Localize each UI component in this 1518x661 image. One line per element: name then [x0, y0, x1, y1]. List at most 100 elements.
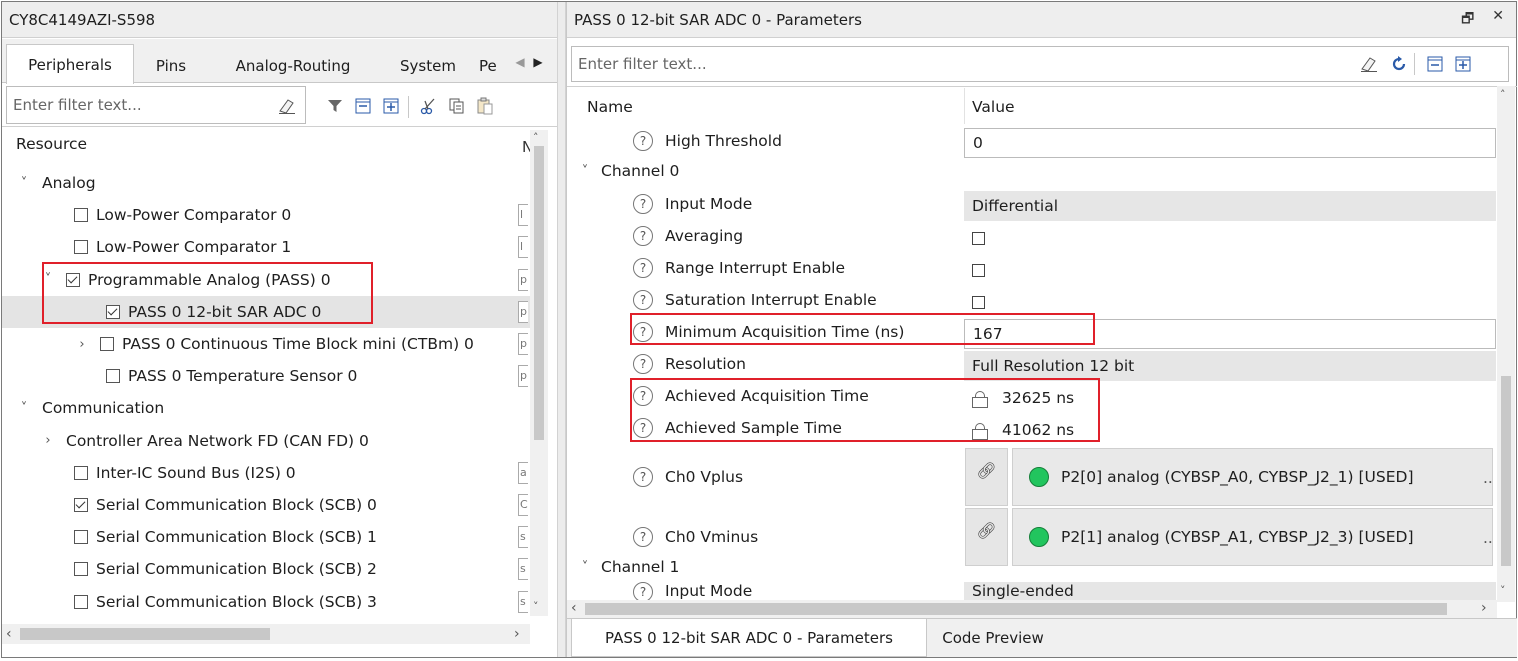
- param-name: Input Mode: [665, 195, 753, 213]
- tree-row-label: Communication: [42, 399, 165, 418]
- checkbox[interactable]: [106, 369, 120, 384]
- params-scroll-thumb[interactable]: [1501, 376, 1511, 566]
- scroll-down-icon[interactable]: ˅: [533, 600, 539, 613]
- highlight-achieved-times: [630, 378, 1100, 442]
- tree-row[interactable]: › PASS 0 Continuous Time Block mini (CTBm…: [74, 328, 474, 360]
- checkbox[interactable]: [972, 231, 985, 245]
- params-vertical-scrollbar[interactable]: ˄ ˅: [1497, 86, 1515, 602]
- tree-scroll-thumb[interactable]: [534, 146, 544, 440]
- help-icon[interactable]: ?: [633, 354, 653, 374]
- value-cell-clipped[interactable]: s: [518, 558, 528, 581]
- help-icon[interactable]: ?: [633, 258, 653, 278]
- checkbox[interactable]: [74, 562, 88, 577]
- scroll-up-icon[interactable]: ˄: [533, 131, 539, 144]
- help-icon[interactable]: ?: [633, 582, 653, 600]
- scroll-up-icon[interactable]: ˄: [1500, 88, 1506, 101]
- tree-row[interactable]: Inter-IC Sound Bus (I2S) 0: [74, 457, 296, 489]
- checkbox[interactable]: [972, 263, 985, 277]
- param-name: Saturation Interrupt Enable: [665, 291, 877, 309]
- panel-splitter[interactable]: [557, 2, 566, 657]
- more-button[interactable]: ..: [1483, 529, 1493, 547]
- value-cell-clipped[interactable]: p: [518, 365, 528, 388]
- tree-row[interactable]: › Controller Area Network FD (CAN FD) 0: [40, 425, 368, 457]
- params-horizontal-scrollbar[interactable]: ‹ ›: [567, 600, 1497, 618]
- value-cell-clipped[interactable]: l: [518, 236, 528, 259]
- status-ok-icon: [1029, 467, 1049, 487]
- group-channel-0[interactable]: ˅ Channel 0: [577, 162, 680, 180]
- tree-hscroll-thumb[interactable]: [20, 628, 270, 640]
- param-value[interactable]: Differential: [964, 191, 1496, 221]
- tree-row[interactable]: PASS 0 Temperature Sensor 0: [106, 360, 357, 392]
- checkbox[interactable]: [74, 594, 88, 609]
- tree-row[interactable]: Serial Communication Block (SCB) 2: [74, 553, 377, 585]
- param-name-cell: ? Averaging: [633, 226, 743, 246]
- param-name: Ch0 Vplus: [665, 468, 744, 486]
- chevron-down-icon[interactable]: ˅: [16, 401, 32, 416]
- link-icon[interactable]: 🔗︎: [965, 508, 1008, 566]
- tab-scroll-right-icon[interactable]: ▶: [530, 51, 546, 73]
- ch1-input-mode-value[interactable]: Single-ended: [964, 582, 1496, 600]
- hscroll-right-icon[interactable]: ›: [514, 626, 520, 642]
- value-cell-clipped[interactable]: C: [518, 494, 528, 516]
- hscroll-left-icon[interactable]: ‹: [6, 626, 12, 642]
- help-icon[interactable]: ?: [633, 467, 653, 487]
- checkbox[interactable]: [74, 530, 88, 545]
- hscroll-left-icon[interactable]: ‹: [571, 600, 577, 616]
- param-value[interactable]: [964, 223, 1496, 253]
- checkbox[interactable]: [74, 498, 88, 512]
- chevron-down-icon[interactable]: ˅: [577, 560, 593, 575]
- checkbox[interactable]: [74, 465, 88, 480]
- value-cell-clipped[interactable]: s: [518, 526, 528, 549]
- group-label: Channel 1: [601, 558, 680, 576]
- param-name-cell: ? High Threshold: [633, 131, 782, 151]
- tree-row[interactable]: ˅ Communication: [16, 392, 164, 424]
- hscroll-right-icon[interactable]: ›: [1481, 600, 1487, 616]
- group-channel-1[interactable]: ˅ Channel 1: [577, 558, 680, 576]
- value-cell-clipped[interactable]: p: [518, 300, 528, 323]
- tree-horizontal-scrollbar[interactable]: ‹ ›: [2, 624, 530, 644]
- tab-parameters[interactable]: PASS 0 12-bit SAR ADC 0 - Parameters: [571, 619, 927, 657]
- tree-row[interactable]: Serial Communication Block (SCB) 0: [74, 489, 377, 521]
- checkbox[interactable]: [972, 295, 985, 309]
- params-hscroll-thumb[interactable]: [585, 603, 1447, 615]
- help-icon[interactable]: ?: [633, 290, 653, 310]
- chevron-right-icon[interactable]: ›: [74, 337, 90, 352]
- tree-row[interactable]: ˅ Analog: [16, 167, 96, 199]
- tree-row-label: Inter-IC Sound Bus (I2S) 0: [96, 463, 296, 482]
- help-icon[interactable]: ?: [633, 226, 653, 246]
- param-name: Resolution: [665, 355, 746, 373]
- tree-row[interactable]: Serial Communication Block (SCB) 3: [74, 586, 377, 618]
- help-icon[interactable]: ?: [633, 527, 653, 547]
- help-icon[interactable]: ?: [633, 131, 653, 151]
- chevron-down-icon[interactable]: ˅: [577, 164, 593, 179]
- tree-row-label: Analog: [42, 174, 96, 192]
- highlight-min-acquisition: [630, 313, 1095, 345]
- checkbox[interactable]: [74, 208, 88, 223]
- value-cell-clipped[interactable]: p: [518, 333, 528, 355]
- value-cell-clipped[interactable]: p: [518, 268, 528, 291]
- tree-row[interactable]: Serial Communication Block (SCB) 1: [74, 521, 377, 553]
- chevron-right-icon[interactable]: ›: [40, 433, 56, 448]
- tree-row-label: Low-Power Comparator 0: [96, 206, 292, 225]
- help-icon[interactable]: ?: [633, 194, 653, 214]
- param-name: High Threshold: [665, 132, 782, 150]
- tree-row-label: PASS 0 Temperature Sensor 0: [128, 367, 358, 386]
- tab-code-preview[interactable]: Code Preview: [933, 619, 1053, 657]
- scroll-down-icon[interactable]: ˅: [1500, 584, 1506, 597]
- value-cell-clipped[interactable]: a: [518, 461, 528, 484]
- link-icon[interactable]: 🔗︎: [965, 448, 1008, 506]
- tree-vertical-scrollbar[interactable]: ˄ ˅: [530, 130, 548, 616]
- value-cell-clipped[interactable]: l: [518, 204, 528, 227]
- ch0-vplus-select[interactable]: P2[0] analog (CYBSP_A0, CYBSP_J2_1) [USE…: [1012, 448, 1493, 506]
- tree-row[interactable]: Low-Power Comparator 0: [74, 199, 291, 231]
- ch0-vminus-select[interactable]: P2[1] analog (CYBSP_A1, CYBSP_J2_3) [USE…: [1012, 508, 1493, 566]
- param-value[interactable]: 0: [964, 128, 1496, 158]
- value-cell-clipped[interactable]: s: [518, 590, 528, 613]
- checkbox[interactable]: [100, 337, 114, 351]
- more-button[interactable]: ..: [1483, 469, 1493, 487]
- checkbox[interactable]: [74, 240, 88, 255]
- param-value[interactable]: [964, 255, 1496, 285]
- param-value[interactable]: Full Resolution 12 bit: [964, 351, 1496, 381]
- tree-row[interactable]: Low-Power Comparator 1: [74, 231, 291, 263]
- chevron-down-icon[interactable]: ˅: [16, 176, 32, 191]
